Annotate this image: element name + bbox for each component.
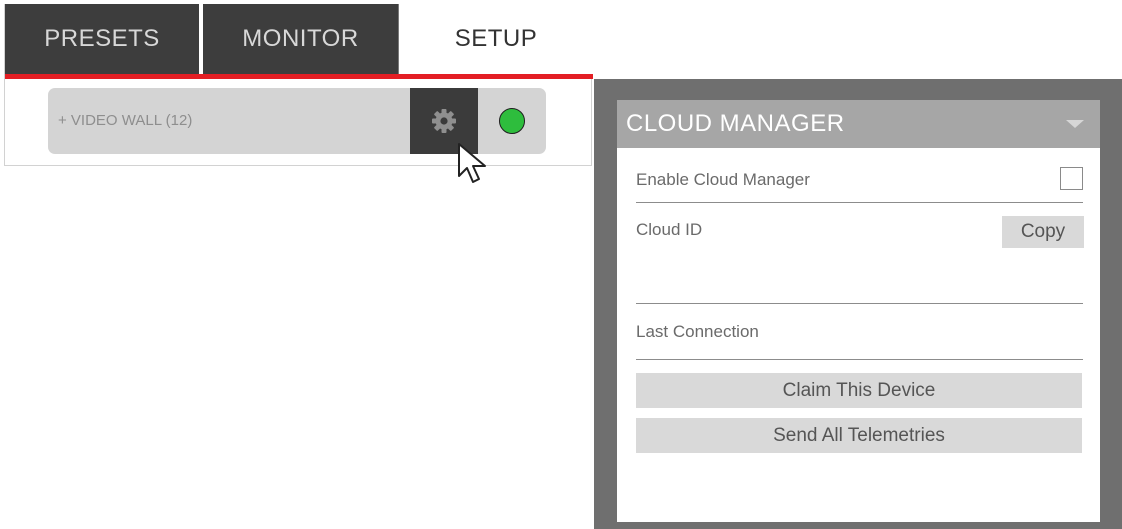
send-telemetries-button[interactable]: Send All Telemetries bbox=[636, 418, 1082, 453]
cloud-manager-header[interactable]: CLOUD MANAGER bbox=[617, 100, 1100, 148]
tab-bar: PRESETS MONITOR SETUP bbox=[5, 4, 593, 74]
status-indicator bbox=[499, 108, 525, 134]
enable-cloud-manager-label: Enable Cloud Manager bbox=[636, 170, 810, 189]
copy-button[interactable]: Copy bbox=[1002, 216, 1084, 248]
divider bbox=[636, 202, 1083, 203]
mouse-pointer-icon bbox=[458, 143, 486, 183]
gear-icon bbox=[432, 109, 456, 133]
cloud-manager-window: CLOUD MANAGER Enable Cloud Manager Cloud… bbox=[594, 79, 1122, 529]
enable-cloud-manager-checkbox[interactable] bbox=[1060, 167, 1083, 190]
cloud-id-label: Cloud ID bbox=[636, 220, 703, 239]
tab-monitor[interactable]: MONITOR bbox=[203, 4, 399, 74]
claim-device-button[interactable]: Claim This Device bbox=[636, 373, 1082, 408]
tab-setup[interactable]: SETUP bbox=[399, 4, 593, 74]
active-tab-underline bbox=[5, 74, 593, 79]
divider bbox=[636, 303, 1083, 304]
divider bbox=[636, 359, 1083, 360]
video-wall-label: + VIDEO WALL (12) bbox=[58, 112, 193, 129]
cloud-manager-body: Enable Cloud Manager Cloud ID Copy Last … bbox=[617, 148, 1100, 522]
chevron-down-icon[interactable] bbox=[1066, 120, 1084, 128]
cloud-manager-title: CLOUD MANAGER bbox=[626, 110, 845, 137]
tab-presets[interactable]: PRESETS bbox=[5, 4, 203, 74]
setup-panel: PRESETS MONITOR SETUP + VIDEO WALL (12) bbox=[4, 4, 593, 166]
last-connection-label: Last Connection bbox=[636, 322, 759, 341]
